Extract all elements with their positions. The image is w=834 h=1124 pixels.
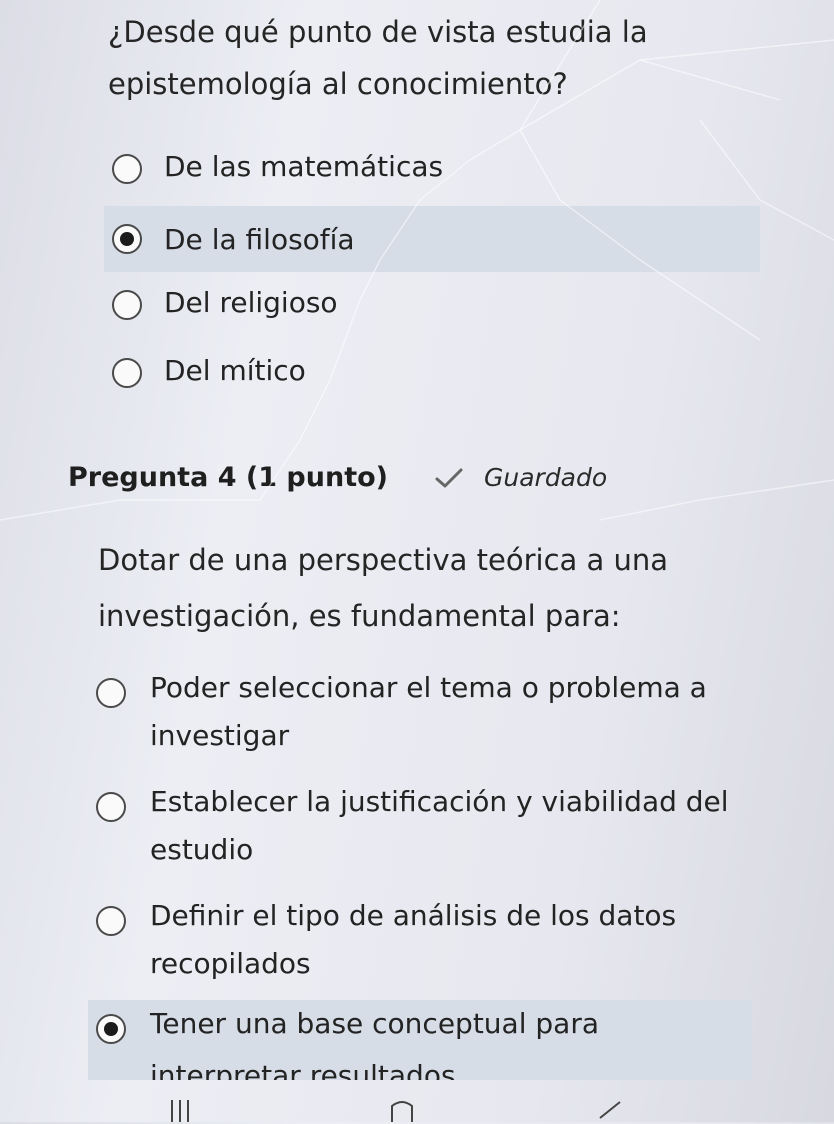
radio-button[interactable] xyxy=(112,358,142,388)
nav-bar-hint xyxy=(171,1100,621,1122)
q4-option-2[interactable]: Establecer la justificación y viabilidad… xyxy=(96,778,756,874)
radio-button[interactable] xyxy=(112,290,142,320)
q3-option-2[interactable]: De la filosofía xyxy=(104,206,760,272)
check-icon xyxy=(435,468,463,487)
question-number: Pregunta 4 (1 punto) xyxy=(68,462,388,493)
option-label: Tener una base conceptual para interpret… xyxy=(150,1007,599,1080)
q3-option-3[interactable]: Del religioso xyxy=(112,286,338,320)
q4-option-3[interactable]: Definir el tipo de análisis de los datos… xyxy=(96,892,756,988)
option-label: Establecer la justificación y viabilidad… xyxy=(150,785,729,866)
radio-button[interactable] xyxy=(96,678,126,708)
option-label: De la filosofía xyxy=(164,222,355,256)
radio-button-selected[interactable] xyxy=(96,1014,126,1044)
radio-button[interactable] xyxy=(96,792,126,822)
q4-option-4[interactable]: Tener una base conceptual para interpret… xyxy=(88,1000,752,1080)
option-label: Del mítico xyxy=(164,354,306,387)
radio-button[interactable] xyxy=(112,154,142,184)
question-4-text: Dotar de una perspectiva teórica a una i… xyxy=(98,543,669,633)
option-label: Poder seleccionar el tema o problema a i… xyxy=(150,671,707,752)
question-4-header: Pregunta 4 (1 punto) Guardado xyxy=(68,462,607,493)
radio-button[interactable] xyxy=(96,906,126,936)
option-label: Definir el tipo de análisis de los datos… xyxy=(150,899,677,980)
option-label: De las matemáticas xyxy=(164,150,444,183)
q3-option-4[interactable]: Del mítico xyxy=(112,354,306,388)
q4-option-1[interactable]: Poder seleccionar el tema o problema a i… xyxy=(96,664,756,760)
option-label: Del religioso xyxy=(164,286,338,319)
q3-option-1[interactable]: De las matemáticas xyxy=(112,150,443,184)
radio-button-selected[interactable] xyxy=(112,224,142,254)
saved-status: Guardado xyxy=(484,463,608,492)
question-3-text: ¿Desde qué punto de vista estudia la epi… xyxy=(108,15,648,101)
